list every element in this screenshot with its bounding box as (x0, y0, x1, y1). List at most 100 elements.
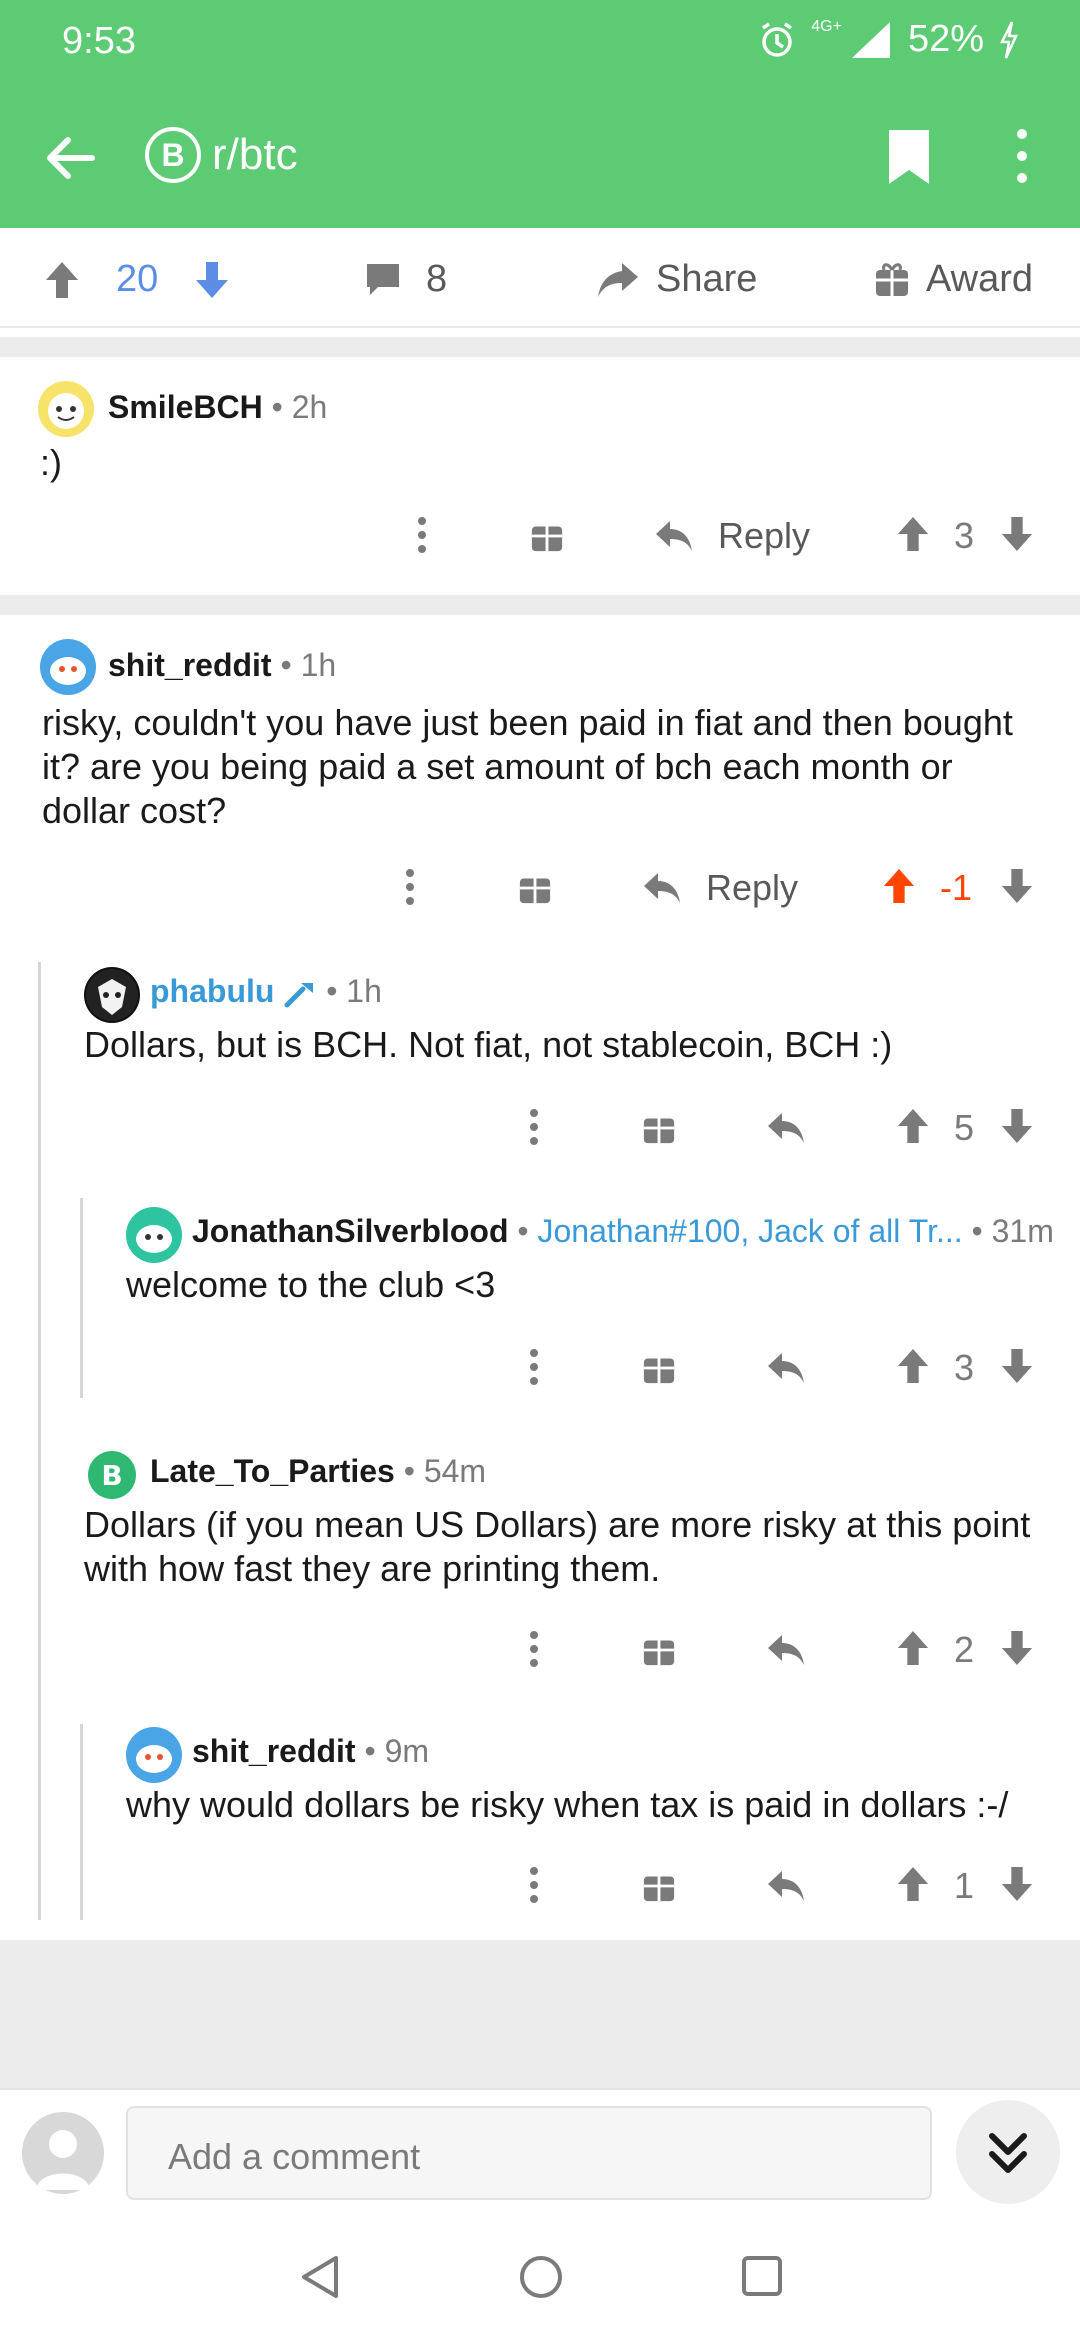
nav-home-icon[interactable] (518, 2254, 564, 2300)
user-avatar[interactable] (126, 1727, 182, 1783)
subreddit-icon[interactable]: B (145, 127, 201, 183)
comment-composer: Add a comment (0, 2088, 1080, 2214)
more-options-icon[interactable] (526, 1347, 542, 1387)
comment-author[interactable]: Late_To_Parties (150, 1453, 395, 1489)
comment-author[interactable]: JonathanSilverblood (192, 1213, 508, 1249)
comment-score: -1 (940, 867, 973, 908)
upvote-icon[interactable] (896, 1347, 930, 1385)
downvote-icon[interactable] (1000, 1107, 1034, 1145)
meta-separator: • (271, 389, 283, 425)
comment-score: 2 (954, 1629, 975, 1670)
gift-icon[interactable] (642, 1111, 676, 1145)
comment-body: risky, couldn't you have just been paid … (42, 702, 1013, 831)
comment-score: 5 (954, 1107, 975, 1148)
more-options-icon[interactable] (526, 1107, 542, 1147)
user-avatar[interactable] (38, 381, 94, 437)
share-button[interactable]: Share (596, 258, 757, 301)
upvote-icon[interactable] (896, 1629, 930, 1667)
reply-icon (644, 873, 680, 903)
gift-icon[interactable] (642, 1633, 676, 1667)
comment-time: 54m (423, 1453, 487, 1489)
comment-meta: phabulu • 1h (150, 973, 382, 1010)
gift-icon[interactable] (642, 1869, 676, 1903)
current-user-avatar[interactable] (22, 2112, 104, 2194)
downvote-icon[interactable] (1000, 1629, 1034, 1667)
comment-author[interactable]: phabulu (150, 973, 274, 1009)
more-options-icon[interactable] (526, 1629, 542, 1669)
downvote-icon[interactable] (1000, 1347, 1034, 1385)
award-button[interactable]: Award (874, 258, 1033, 301)
award-label: Award (926, 258, 1034, 300)
comment-score: 3 (954, 515, 975, 556)
comment-score: 3 (954, 1347, 975, 1388)
post-vote-count: 20 (116, 258, 159, 300)
reply-button[interactable]: Reply (642, 867, 798, 909)
share-icon (598, 262, 638, 297)
comment-meta: JonathanSilverblood • Jonathan#100, Jack… (192, 1213, 1054, 1250)
upvote-icon[interactable] (44, 260, 80, 300)
reply-icon[interactable] (766, 1633, 806, 1667)
comment-meta: shit_reddit • 1h (108, 647, 336, 684)
downvote-icon[interactable] (1000, 515, 1034, 553)
post-comments-button[interactable]: 8 (364, 258, 447, 301)
meta-separator: • (326, 973, 338, 1009)
upvote-icon[interactable] (896, 1865, 930, 1903)
comment: shit_reddit • 1h risky, couldn't you hav… (0, 615, 1080, 945)
reply-button[interactable]: Reply (654, 515, 810, 557)
comment: phabulu • 1h Dollars, but is BCH. Not fi… (0, 955, 1080, 1187)
comment-body: Dollars (if you mean US Dollars) are mor… (84, 1504, 1031, 1589)
gift-icon[interactable] (518, 871, 552, 905)
more-options-icon[interactable] (526, 1865, 542, 1905)
meta-separator: • (403, 1453, 415, 1489)
comment-body: Dollars, but is BCH. Not fiat, not stabl… (84, 1024, 893, 1065)
downvote-icon[interactable] (194, 260, 230, 300)
more-options-icon[interactable] (414, 515, 430, 555)
comment-author[interactable]: SmileBCH (108, 389, 263, 425)
back-arrow-icon[interactable] (40, 128, 100, 188)
reply-label: Reply (706, 867, 799, 908)
comment-actions: 2 (0, 1629, 1080, 1689)
snoo-avatar-icon (48, 393, 84, 429)
comment: JonathanSilverblood • Jonathan#100, Jack… (0, 1195, 1080, 1425)
bookmark-icon[interactable] (885, 128, 933, 186)
post-comment-count: 8 (426, 258, 448, 300)
section-divider (0, 337, 1080, 357)
svg-text:B: B (101, 1459, 122, 1492)
downvote-icon[interactable] (1000, 867, 1034, 905)
upvote-icon[interactable] (882, 867, 916, 905)
system-nav-bar (0, 2214, 1080, 2340)
comment: shit_reddit • 9m why would dollars be ri… (0, 1715, 1080, 1940)
comment-author[interactable]: shit_reddit (108, 647, 272, 683)
comment-author[interactable]: shit_reddit (192, 1733, 356, 1769)
reply-icon[interactable] (766, 1111, 806, 1145)
status-bar: 9:53 4G+ 52% (0, 0, 1080, 80)
nav-back-icon[interactable] (298, 2254, 342, 2300)
add-comment-input[interactable]: Add a comment (126, 2106, 932, 2200)
comment-time: 1h (300, 647, 337, 683)
upvote-icon[interactable] (896, 1107, 930, 1145)
collapse-button[interactable] (956, 2100, 1060, 2204)
comment-icon (367, 263, 399, 295)
nav-recents-icon[interactable] (740, 2254, 784, 2298)
network-label: 4G+ (811, 18, 842, 35)
user-avatar[interactable] (40, 639, 96, 695)
more-options-icon[interactable] (1010, 126, 1034, 186)
status-time: 9:53 (62, 20, 136, 62)
post-action-bar: 20 8 Share Award (0, 228, 1080, 328)
comment-meta: Late_To_Parties • 54m (150, 1453, 486, 1490)
upvote-icon[interactable] (896, 515, 930, 553)
comment-time: 9m (384, 1733, 430, 1769)
subreddit-name[interactable]: r/btc (212, 130, 298, 180)
more-options-icon[interactable] (402, 867, 418, 907)
downvote-icon[interactable] (1000, 1865, 1034, 1903)
comment-actions: 3 (0, 1347, 1080, 1407)
battery-label: 52% (907, 18, 984, 60)
user-avatar[interactable] (84, 967, 140, 1023)
user-avatar[interactable]: B (84, 1447, 140, 1503)
user-avatar[interactable] (126, 1207, 182, 1263)
gift-icon[interactable] (642, 1351, 676, 1385)
comment-time: 1h (346, 973, 382, 1009)
reply-icon[interactable] (766, 1869, 806, 1903)
gift-icon[interactable] (530, 519, 564, 553)
reply-icon[interactable] (766, 1351, 806, 1385)
